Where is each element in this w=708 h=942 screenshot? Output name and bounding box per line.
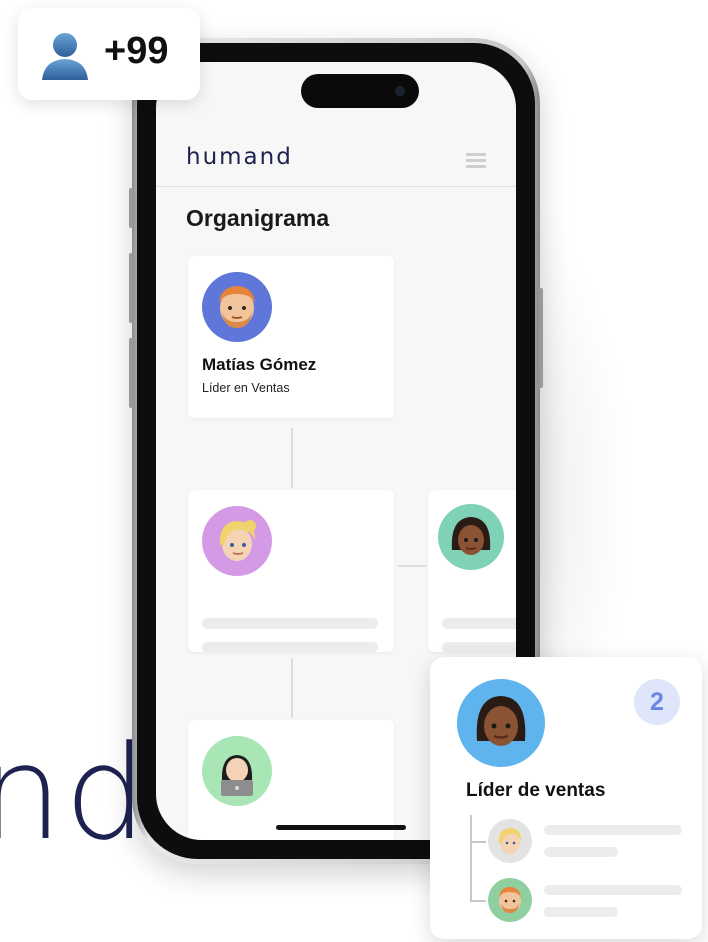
team-count-badge: 2: [634, 679, 680, 725]
users-count: +99: [104, 30, 169, 72]
placeholder-bar: [442, 618, 516, 629]
team-card[interactable]: 2 Líder de ventas: [430, 657, 702, 939]
person-laptop-icon: [221, 755, 253, 796]
dynamic-island: [301, 74, 419, 108]
avatar-root: [202, 272, 272, 342]
hamburger-icon[interactable]: [466, 153, 486, 168]
phone-silent-switch: [129, 188, 133, 228]
home-indicator: [276, 825, 406, 830]
woman-dark-hair-icon: [476, 696, 526, 746]
team-member-avatar: [488, 819, 532, 863]
org-card-member[interactable]: [188, 490, 394, 653]
avatar-member: [202, 506, 272, 576]
phone-power-button: [539, 288, 543, 388]
placeholder-bar: [544, 825, 682, 835]
tree-connector: [470, 900, 486, 902]
user-icon: [42, 33, 88, 80]
team-leader-avatar: [457, 679, 545, 767]
avatar-member: [438, 504, 504, 570]
connector-line: [291, 428, 293, 488]
connector-line: [291, 658, 293, 718]
users-count-badge[interactable]: +99: [18, 8, 200, 100]
tree-connector: [470, 841, 486, 843]
avatar-member: [202, 736, 272, 806]
placeholder-bar: [442, 642, 516, 653]
placeholder-bar: [544, 885, 682, 895]
man-redhead-icon: [219, 286, 255, 328]
org-card-root[interactable]: Matías Gómez Líder en Ventas: [188, 256, 394, 418]
team-member-avatar: [488, 878, 532, 922]
man-redhead-icon: [499, 887, 521, 913]
app-header: humand: [156, 124, 516, 187]
phone-volume-up: [129, 253, 133, 323]
team-title: Líder de ventas: [466, 780, 606, 801]
woman-blonde-icon: [219, 520, 256, 561]
org-root-name: Matías Gómez: [202, 355, 317, 374]
phone-volume-down: [129, 338, 133, 408]
org-card-member[interactable]: [428, 490, 516, 653]
page-title: Organigrama: [186, 205, 330, 231]
org-root-role: Líder en Ventas: [202, 381, 290, 395]
woman-blonde-icon: [498, 828, 522, 854]
camera-icon: [395, 86, 405, 96]
background-brand-text: nd: [0, 717, 149, 869]
tree-connector: [470, 815, 472, 901]
org-card-member[interactable]: [188, 720, 394, 840]
connector-line: [398, 565, 426, 567]
placeholder-bar: [544, 847, 618, 857]
app-logo[interactable]: humand: [186, 144, 293, 170]
placeholder-bar: [202, 642, 378, 653]
placeholder-bar: [544, 907, 618, 917]
woman-dark-hair-icon: [451, 517, 491, 555]
placeholder-bar: [202, 618, 378, 629]
